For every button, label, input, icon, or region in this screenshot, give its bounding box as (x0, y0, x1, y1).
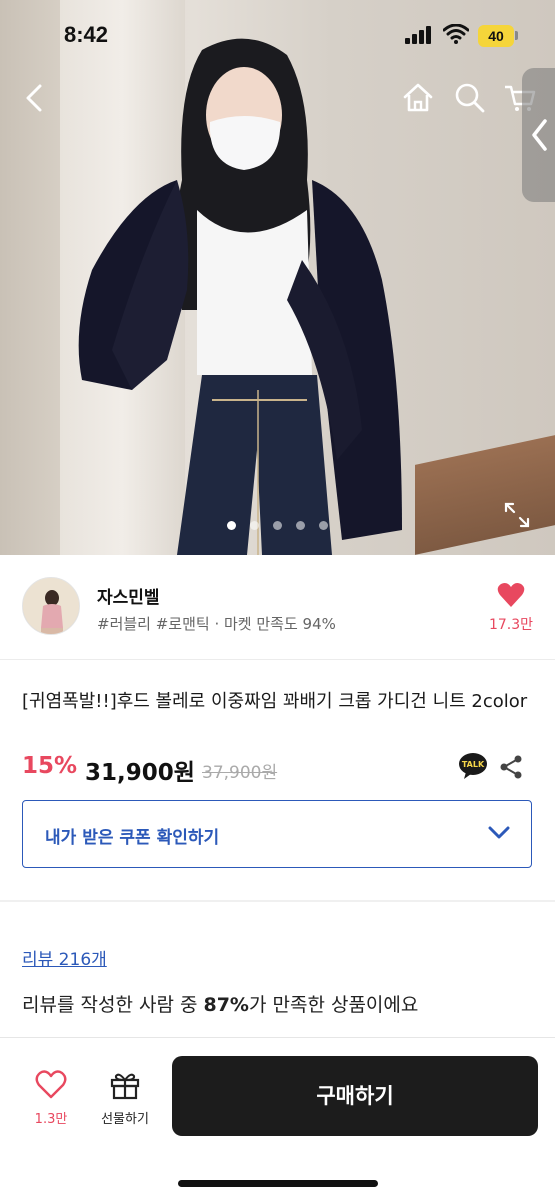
side-panel-tab[interactable] (522, 68, 555, 202)
product-image-gallery[interactable]: 8:42 40 (0, 0, 555, 555)
seller-avatar[interactable] (22, 577, 80, 635)
review-summary-suffix: 가 만족한 상품이에요 (248, 994, 419, 1016)
back-arrow-icon[interactable] (16, 78, 56, 118)
gallery-dot[interactable] (273, 521, 282, 530)
heart-filled-icon[interactable] (497, 582, 525, 608)
svg-text:TALK: TALK (462, 760, 485, 769)
home-indicator (178, 1180, 378, 1187)
background-shelf (415, 435, 555, 555)
buy-button[interactable]: 구매하기 (172, 1056, 538, 1136)
share-icon[interactable] (498, 754, 524, 780)
gallery-dot[interactable] (319, 521, 328, 530)
coupon-check-button[interactable]: 내가 받은 쿠폰 확인하기 (22, 800, 532, 868)
wish-button[interactable]: 1.3만 (20, 1070, 82, 1134)
expand-icon[interactable] (502, 500, 532, 530)
seller-section[interactable]: 자스민벨 #러블리 #로맨틱 · 마켓 만족도 94% (0, 555, 555, 660)
side-panel-chevron-icon (532, 119, 547, 151)
gift-label: 선물하기 (101, 1112, 149, 1127)
coupon-label: 내가 받은 쿠폰 확인하기 (45, 828, 220, 848)
seller-tags: #러블리 #로맨틱 · 마켓 만족도 94% (97, 615, 336, 633)
gift-button[interactable]: 선물하기 (92, 1070, 158, 1134)
gallery-dot-active[interactable] (227, 521, 236, 530)
chevron-down-icon (488, 826, 510, 839)
original-price: 37,900원 (202, 763, 278, 783)
section-divider (0, 900, 555, 902)
discount-rate: 15% (22, 753, 78, 779)
status-bar: 8:42 40 (0, 0, 555, 72)
seller-name[interactable]: 자스민벨 (97, 583, 160, 608)
seller-like-count: 17.3만 (488, 617, 534, 633)
review-count-link[interactable]: 리뷰 216개 (22, 945, 107, 970)
cellular-signal-icon (405, 26, 431, 44)
home-icon[interactable] (398, 78, 438, 118)
review-satisfaction-percent: 87% (203, 994, 249, 1016)
gallery-dot[interactable] (250, 521, 259, 530)
gallery-dot[interactable] (296, 521, 305, 530)
search-icon[interactable] (450, 78, 490, 118)
wish-count: 1.3만 (34, 1112, 68, 1127)
sale-price: 31,900원 (85, 760, 195, 786)
avatar-image (23, 578, 79, 634)
model-photo (78, 38, 402, 555)
status-time: 8:42 (64, 22, 109, 47)
kakao-talk-icon[interactable]: TALK (458, 752, 488, 780)
gallery-pagination (0, 515, 555, 534)
product-title: [귀염폭발!!]후드 볼레로 이중짜임 꽈배기 크롭 가디건 니트 2color (22, 691, 528, 712)
battery-icon (515, 31, 518, 40)
battery-level: 40 (478, 25, 514, 47)
bottom-action-bar: 1.3만 선물하기 구매하기 (0, 1037, 555, 1200)
review-summary-prefix: 리뷰를 작성한 사람 중 (22, 994, 204, 1016)
heart-outline-icon (35, 1070, 67, 1099)
gift-icon (110, 1073, 140, 1100)
wifi-icon (443, 24, 469, 44)
review-summary: 리뷰를 작성한 사람 중 87%가 만족한 상품이에요 (22, 990, 418, 1017)
